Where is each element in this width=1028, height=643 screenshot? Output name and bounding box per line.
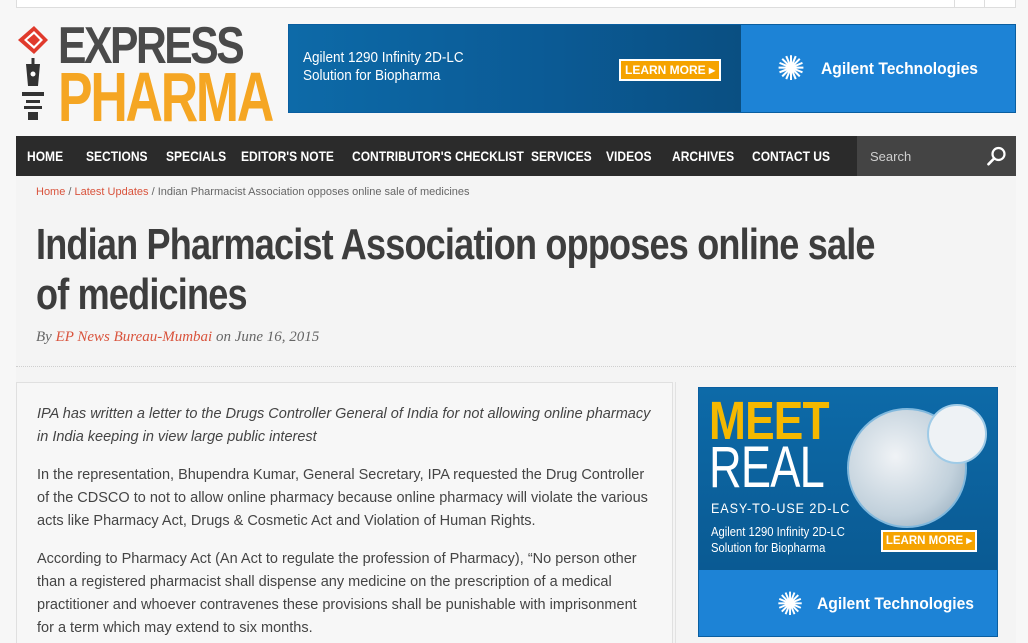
agilent-spark-icon: ✺ — [776, 586, 804, 622]
nav-item-editors-note[interactable]: EDITOR'S NOTE — [241, 136, 334, 176]
sidebar-ad-brand-name: Agilent Technologies — [817, 594, 974, 613]
top-strip — [16, 0, 1016, 8]
banner-brand-name: Agilent Technologies — [821, 59, 978, 78]
sidebar-divider — [675, 382, 676, 643]
article-body: IPA has written a letter to the Drugs Co… — [16, 382, 673, 643]
search-icon[interactable] — [987, 146, 1007, 166]
sidebar-ad-headline-real: REAL — [709, 435, 825, 500]
sidebar-ad-product: Agilent 1290 Infinity 2D-LC — [711, 525, 845, 539]
banner-product: Agilent 1290 Infinity 2D-LC — [303, 49, 464, 66]
article-title-text: Indian Pharmacist Association opposes on… — [36, 220, 876, 319]
banner-tagline: Solution for Biopharma — [303, 67, 441, 84]
sidebar-ad-subhead: EASY-TO-USE 2D-LC — [711, 500, 851, 516]
breadcrumb-home-link[interactable]: Home — [36, 186, 65, 198]
nav-item-archives[interactable]: ARCHIVES — [672, 136, 734, 176]
sidebar-ad-product-text: Agilent 1290 Infinity 2D-LC Solution for… — [711, 524, 845, 556]
banner-brand-panel: ✺ Agilent Technologies — [741, 25, 1015, 112]
nav-item-services[interactable]: SERVICES — [531, 136, 592, 176]
sidebar-ad-brand-panel: ✺ Agilent Technologies — [699, 570, 997, 636]
breadcrumb: Home / Latest Updates / Indian Pharmacis… — [36, 186, 470, 198]
search-input[interactable] — [857, 136, 982, 176]
breadcrumb-separator: / — [65, 186, 75, 198]
nav-item-contributors-checklist[interactable]: CONTRIBUTOR'S CHECKLIST — [352, 136, 524, 176]
breadcrumb-section-link[interactable]: Latest Updates — [75, 186, 149, 198]
byline-date-prefix: on — [212, 329, 235, 345]
banner-promo-panel: Agilent 1290 Infinity 2D-LC Solution for… — [289, 25, 741, 112]
header-banner-ad[interactable]: Agilent 1290 Infinity 2D-LC Solution for… — [288, 24, 1016, 113]
nav-item-specials[interactable]: SPECIALS — [166, 136, 226, 176]
sidebar-ad[interactable]: MEET REAL EASY-TO-USE 2D-LC Agilent 1290… — [698, 387, 998, 637]
byline-prefix: By — [36, 329, 56, 345]
breadcrumb-current: Indian Pharmacist Association opposes on… — [157, 186, 470, 198]
express-pen-icon — [18, 26, 48, 120]
top-strip-button[interactable] — [984, 0, 1014, 7]
article-summary: IPA has written a letter to the Drugs Co… — [37, 406, 651, 445]
section-divider — [16, 366, 1016, 367]
sidebar-ad-promo-panel: MEET REAL EASY-TO-USE 2D-LC Agilent 1290… — [699, 388, 997, 570]
author-link[interactable]: EP News Bureau-Mumbai — [56, 329, 213, 345]
article-date: June 16, 2015 — [234, 329, 320, 345]
sidebar-ad-tagline: Solution for Biopharma — [711, 541, 826, 555]
article-byline: By EP News Bureau-Mumbai on June 16, 201… — [36, 329, 319, 346]
banner-product-text: Agilent 1290 Infinity 2D-LC Solution for… — [303, 49, 464, 85]
nav-item-contact-us[interactable]: CONTACT US — [752, 136, 830, 176]
sidebar-ad-chart-photo — [927, 404, 987, 464]
article-paragraph: According to Pharmacy Act (An Act to reg… — [37, 551, 637, 636]
sidebar-ad-learn-more-button[interactable]: LEARN MORE ▸ — [881, 530, 977, 552]
breadcrumb-separator: / — [148, 186, 158, 198]
nav-item-home[interactable]: HOME — [27, 136, 63, 176]
article-title: Indian Pharmacist Association opposes on… — [36, 220, 889, 320]
nav-item-sections[interactable]: SECTIONS — [86, 136, 148, 176]
nav-item-videos[interactable]: VIDEOS — [606, 136, 651, 176]
main-nav: HOME SECTIONS SPECIALS EDITOR'S NOTE CON… — [16, 136, 1016, 176]
article-paragraph: In the representation, Bhupendra Kumar, … — [37, 467, 648, 529]
logo-pharma-text: PHARMA — [58, 58, 274, 136]
search-box — [857, 136, 1016, 176]
top-strip-button[interactable] — [954, 0, 984, 7]
content-area: Home / Latest Updates / Indian Pharmacis… — [16, 176, 1016, 643]
agilent-spark-icon: ✺ — [776, 50, 806, 88]
site-logo[interactable]: EXPRESS PHARMA — [16, 18, 274, 132]
banner-learn-more-button[interactable]: LEARN MORE ▸ — [619, 59, 721, 81]
